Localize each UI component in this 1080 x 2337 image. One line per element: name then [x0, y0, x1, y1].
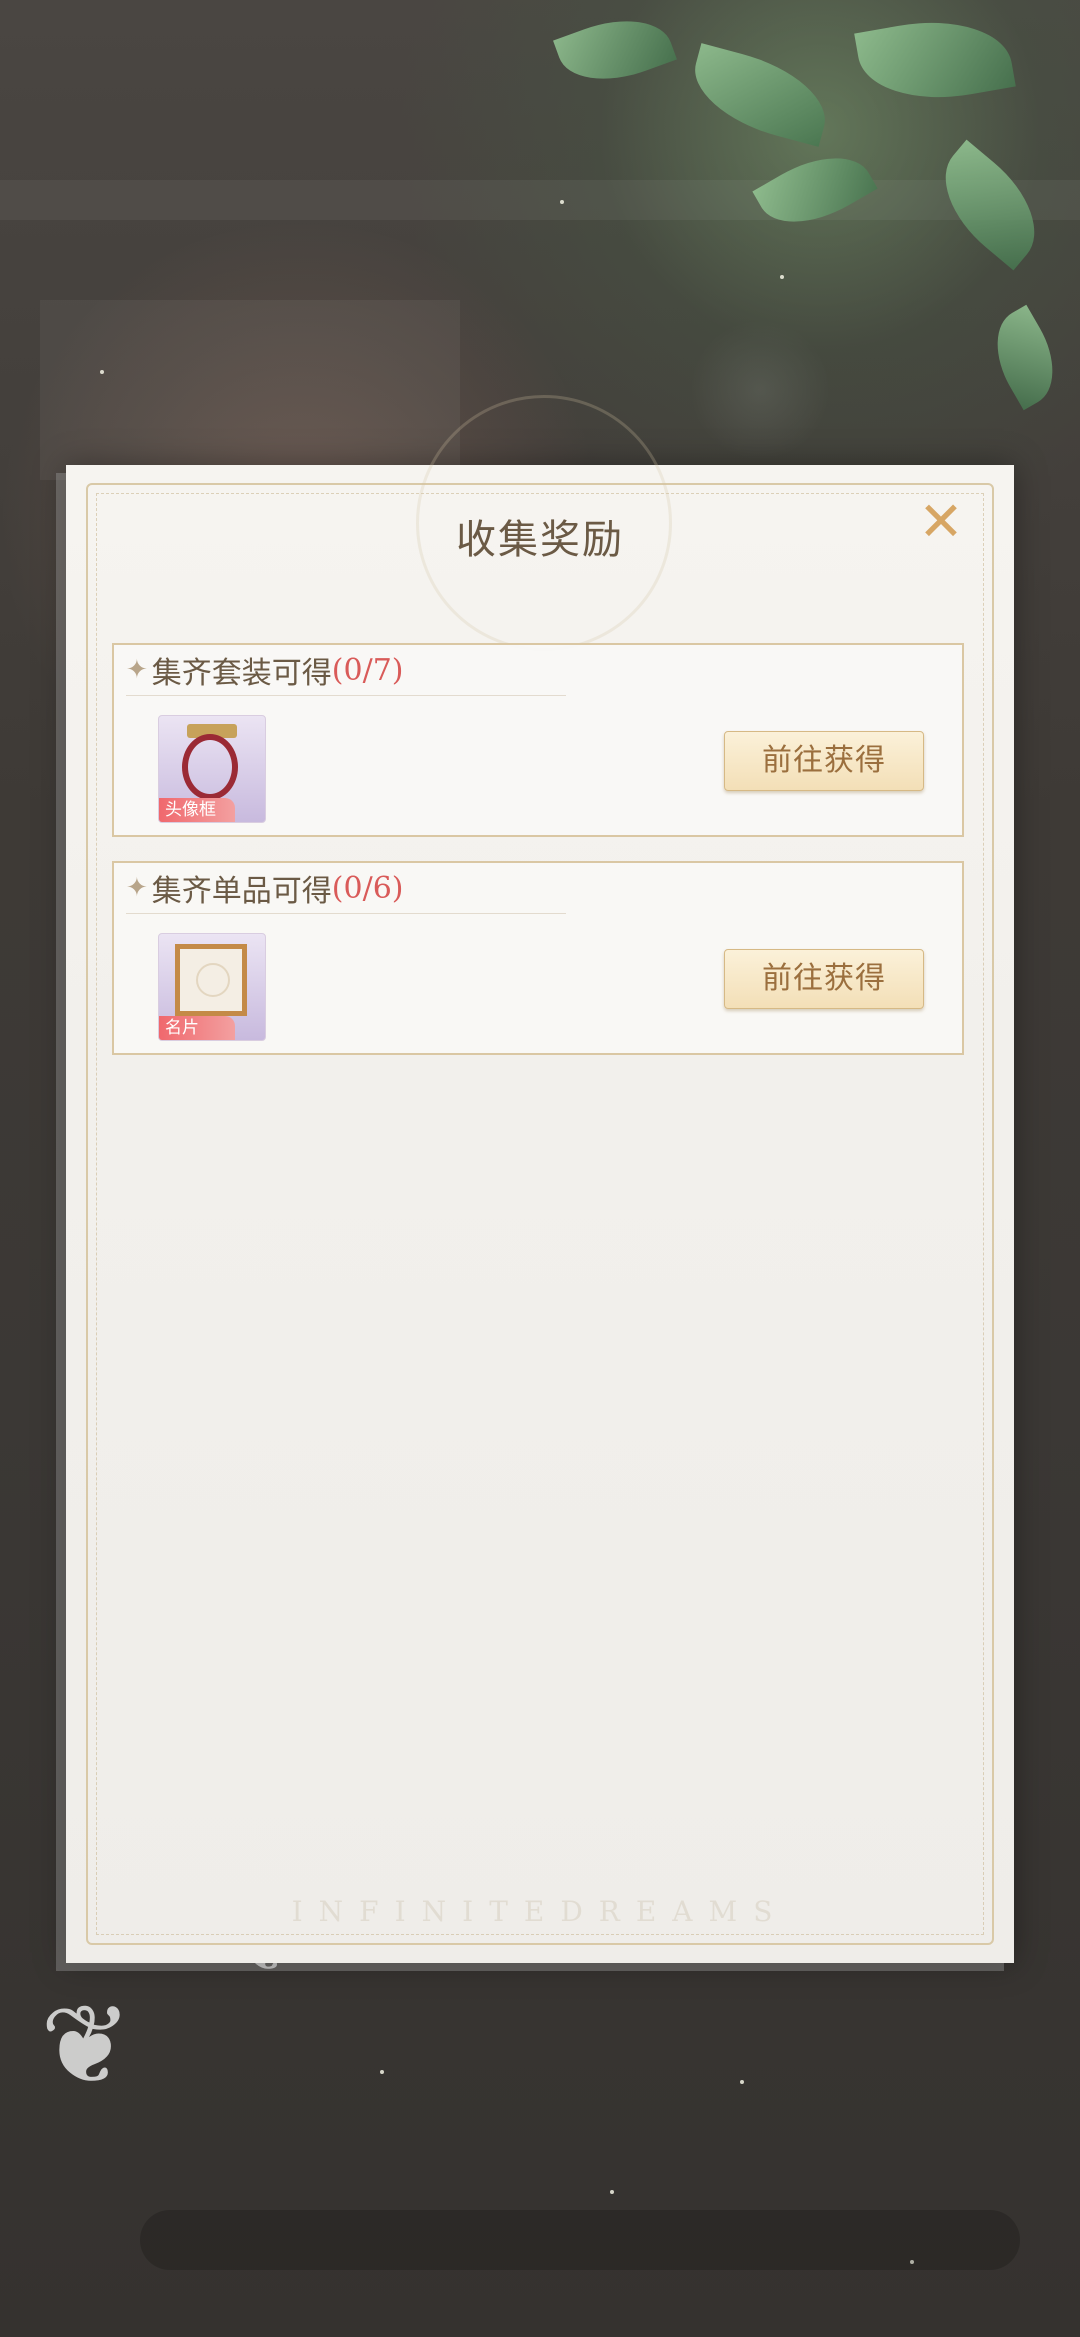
sparkle — [610, 2190, 614, 2194]
progress-count: (0/6) — [331, 870, 404, 906]
go-obtain-button[interactable]: 前往获得 — [724, 731, 924, 791]
reward-tag: 头像框 — [159, 798, 235, 822]
modal-title: 收集奖励 — [456, 517, 624, 563]
sparkle-star-icon: ✦ — [126, 873, 148, 903]
background-shelf — [0, 180, 1080, 220]
set-collection-section: ✦ 集齐套装可得 (0/7) 头像框 前往获得 — [112, 643, 964, 837]
section-title: 集齐套装可得 — [151, 656, 332, 691]
sparkle — [740, 2080, 744, 2084]
avatar-frame-ring — [182, 734, 238, 800]
background-bottom-bar — [140, 2210, 1020, 2270]
sparkle — [100, 370, 104, 374]
background-panel — [40, 300, 460, 480]
close-icon[interactable]: ✕ — [916, 495, 966, 549]
sparkle — [780, 275, 784, 279]
section-title: 集齐单品可得 — [151, 874, 332, 909]
sparkle — [560, 200, 564, 204]
section-header: ✦ 集齐套装可得 (0/7) — [126, 645, 566, 696]
name-card-reward[interactable]: 名片 — [158, 933, 266, 1041]
butterfly-icon: ❦ — [40, 1981, 133, 2109]
watermark-text: INFINITEDREAMS — [291, 1895, 789, 1928]
go-obtain-button[interactable]: 前往获得 — [724, 949, 924, 1009]
sparkle — [380, 2070, 384, 2074]
progress-count: (0/7) — [331, 652, 404, 688]
collection-reward-modal: 收集奖励 ✕ ✦ 集齐套装可得 (0/7) 头像框 前往获得 ✦ 集齐单品可得 … — [66, 395, 1014, 1963]
item-collection-section: ✦ 集齐单品可得 (0/6) 名片 前往获得 — [112, 861, 964, 1055]
sparkle-star-icon: ✦ — [126, 655, 148, 685]
section-header: ✦ 集齐单品可得 (0/6) — [126, 863, 566, 914]
avatar-frame-reward[interactable]: 头像框 — [158, 715, 266, 823]
name-card-icon — [175, 944, 247, 1016]
reward-tag: 名片 — [159, 1016, 235, 1040]
